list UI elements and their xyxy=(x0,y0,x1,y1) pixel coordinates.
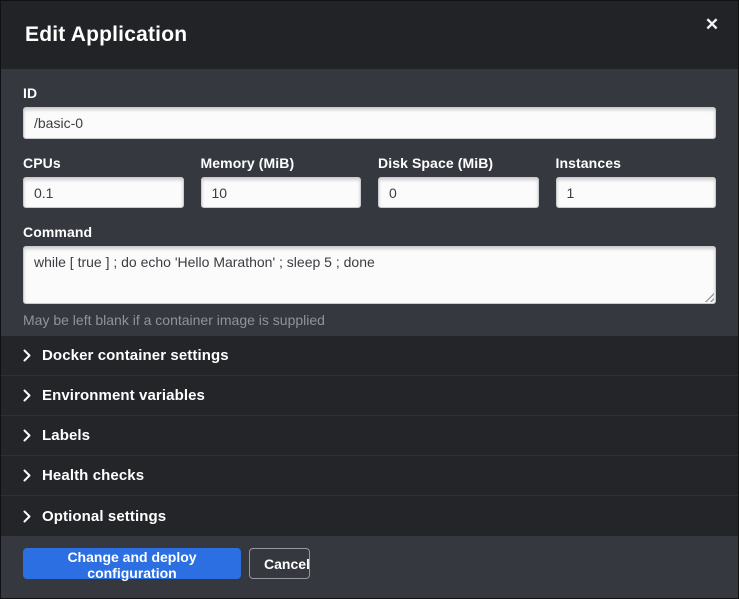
accordion-sections: Docker container settings Environment va… xyxy=(1,336,738,536)
section-label: Labels xyxy=(42,427,90,444)
id-label: ID xyxy=(23,85,716,101)
modal-header: Edit Application ✕ xyxy=(1,1,738,69)
section-optional-settings[interactable]: Optional settings xyxy=(1,496,738,536)
modal-footer: Change and deploy configuration Cancel xyxy=(1,536,738,598)
memory-input[interactable] xyxy=(201,177,362,208)
cpus-field-group: CPUs xyxy=(23,155,184,208)
disk-field-group: Disk Space (MiB) xyxy=(378,155,539,208)
memory-field-group: Memory (MiB) xyxy=(201,155,362,208)
section-label: Environment variables xyxy=(42,387,205,404)
chevron-right-icon xyxy=(23,510,31,523)
disk-space-input[interactable] xyxy=(378,177,539,208)
change-and-deploy-button[interactable]: Change and deploy configuration xyxy=(23,548,241,579)
chevron-right-icon xyxy=(23,389,31,402)
section-label: Health checks xyxy=(42,467,144,484)
modal-title: Edit Application xyxy=(25,23,187,47)
command-textarea[interactable]: while [ true ] ; do echo 'Hello Marathon… xyxy=(23,246,716,304)
section-labels[interactable]: Labels xyxy=(1,416,738,456)
instances-label: Instances xyxy=(556,155,717,171)
section-label: Docker container settings xyxy=(42,347,229,364)
resources-row: CPUs Memory (MiB) Disk Space (MiB) Insta… xyxy=(23,155,716,208)
edit-application-modal: Edit Application ✕ ID CPUs Memory (MiB) … xyxy=(0,0,739,599)
command-field-group: while [ true ] ; do echo 'Hello Marathon… xyxy=(23,246,716,304)
section-label: Optional settings xyxy=(42,508,166,525)
cpus-input[interactable] xyxy=(23,177,184,208)
cancel-button[interactable]: Cancel xyxy=(249,548,310,579)
section-docker-container-settings[interactable]: Docker container settings xyxy=(1,336,738,376)
disk-space-label: Disk Space (MiB) xyxy=(378,155,539,171)
section-environment-variables[interactable]: Environment variables xyxy=(1,376,738,416)
section-health-checks[interactable]: Health checks xyxy=(1,456,738,496)
command-help-text: May be left blank if a container image i… xyxy=(23,312,716,328)
chevron-right-icon xyxy=(23,469,31,482)
memory-label: Memory (MiB) xyxy=(201,155,362,171)
id-input[interactable] xyxy=(23,107,716,139)
instances-input[interactable] xyxy=(556,177,717,208)
close-icon[interactable]: ✕ xyxy=(700,13,724,37)
command-label: Command xyxy=(23,224,716,240)
chevron-right-icon xyxy=(23,429,31,442)
chevron-right-icon xyxy=(23,349,31,362)
instances-field-group: Instances xyxy=(556,155,717,208)
form-area: ID CPUs Memory (MiB) Disk Space (MiB) In… xyxy=(1,69,738,336)
cpus-label: CPUs xyxy=(23,155,184,171)
